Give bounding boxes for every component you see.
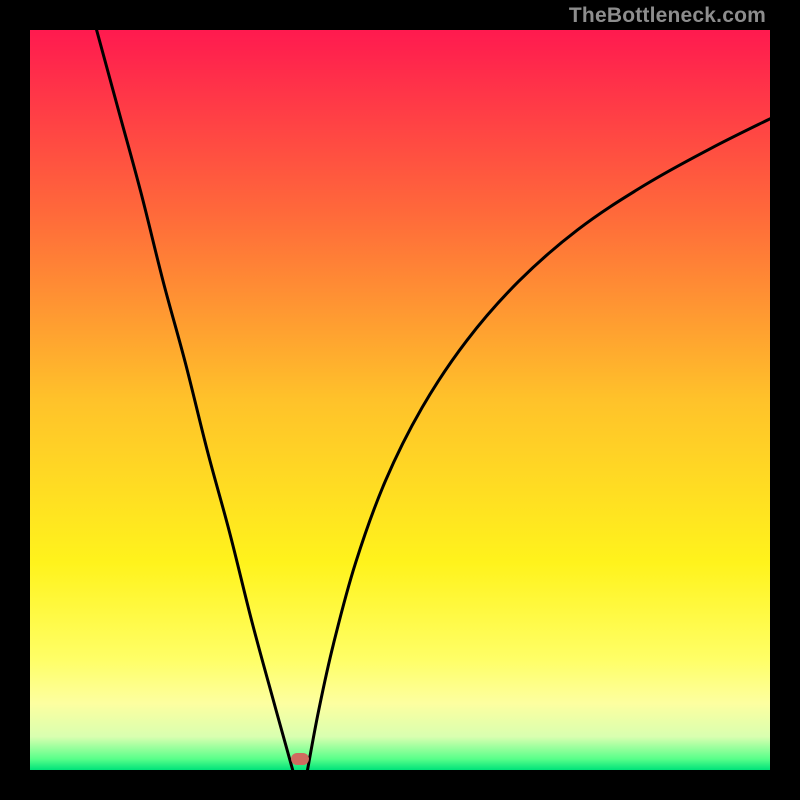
chart-frame: TheBottleneck.com	[0, 0, 800, 800]
curve-layer	[30, 30, 770, 770]
left-branch-curve	[97, 30, 293, 770]
optimum-marker	[291, 753, 309, 765]
plot-area	[30, 30, 770, 770]
watermark-text: TheBottleneck.com	[569, 4, 766, 28]
right-branch-curve	[308, 119, 771, 770]
